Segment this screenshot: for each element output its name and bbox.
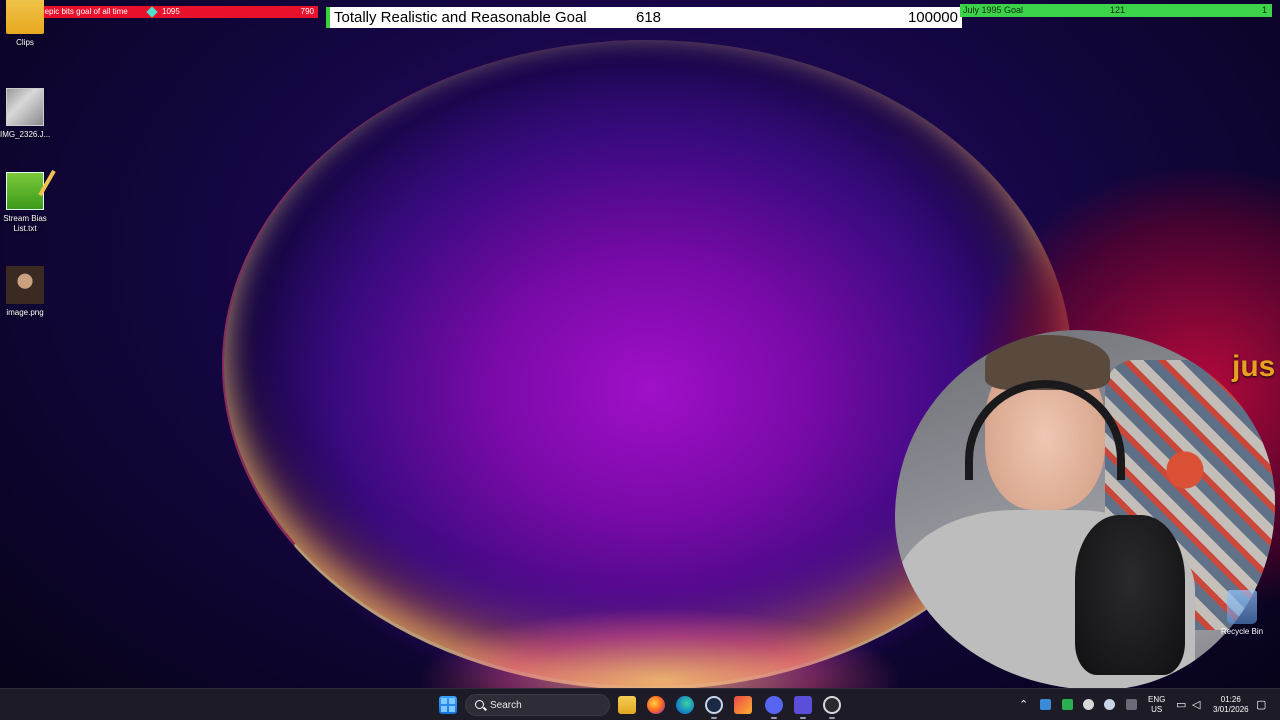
desktop-icon-label: Stream Bias List.txt: [3, 214, 47, 233]
tray-steam-icon[interactable]: [1104, 699, 1115, 710]
desktop-icon-stream-bias-list[interactable]: Stream Bias List.txt: [0, 172, 50, 234]
wallpaper-bottom-glow: [360, 560, 960, 688]
steam-icon[interactable]: [705, 696, 723, 714]
epic-bits-goal-current: 1095: [162, 7, 180, 16]
firefox-icon[interactable]: [647, 696, 665, 714]
desktop-icon-label: Clips: [16, 38, 34, 47]
main-goal-bar: Totally Realistic and Reasonable Goal 61…: [326, 7, 962, 28]
app-running-indicator: [711, 717, 717, 719]
desktop-icon-label: Recycle Bin: [1220, 627, 1264, 636]
epic-bits-goal-bar: The most epic bits goal of all time 1095…: [6, 6, 318, 18]
edge-icon[interactable]: [676, 696, 694, 714]
overlay-scroll-text: jus: [1232, 350, 1276, 383]
search-placeholder: Search: [490, 700, 522, 711]
image-thumbnail-icon: [6, 88, 44, 126]
tray-green-app-icon[interactable]: [1062, 699, 1073, 710]
desktop-icon-img-2326[interactable]: IMG_2326.J...: [0, 88, 50, 140]
language-indicator[interactable]: ENG US: [1148, 695, 1165, 715]
obs-icon[interactable]: [823, 696, 841, 714]
volume-icon[interactable]: ◁: [1192, 698, 1200, 711]
windows-logo-icon: [449, 698, 455, 704]
main-goal-current: 618: [636, 9, 662, 26]
recycle-bin-icon: [1227, 590, 1257, 624]
july-goal-current: 121: [1110, 5, 1126, 15]
desktop-icon-label: IMG_2326.J...: [0, 130, 51, 139]
windows-logo-icon: [449, 706, 455, 712]
discord-icon[interactable]: [765, 696, 783, 714]
clock-time: 01:26: [1220, 695, 1241, 704]
tray-clock-app-icon[interactable]: [1083, 699, 1094, 710]
taskbar-search-box[interactable]: Search: [465, 694, 610, 716]
tray-sync-icon[interactable]: [1040, 699, 1051, 710]
tray-microphone-icon[interactable]: [1126, 699, 1137, 710]
desktop-icon-label: image.png: [6, 308, 44, 317]
main-goal-target: 100000: [907, 9, 958, 26]
app-running-indicator: [829, 717, 835, 719]
july-goal-target: 1: [1261, 5, 1267, 15]
folder-icon: [6, 0, 44, 34]
clock-date: 3/01/2026: [1213, 705, 1249, 714]
file-explorer-icon[interactable]: [618, 696, 636, 714]
desktop-icon-recycle-bin[interactable]: Recycle Bin: [1217, 590, 1267, 636]
language-region: US: [1151, 705, 1163, 714]
app-running-indicator: [771, 717, 777, 719]
start-button[interactable]: [439, 696, 457, 714]
text-file-icon: [6, 172, 44, 210]
system-clock[interactable]: 01:26 3/01/2026: [1213, 695, 1249, 715]
desktop-icon-clips[interactable]: Clips: [0, 0, 50, 48]
tray-overflow-chevron-icon[interactable]: ⌃: [1019, 698, 1028, 711]
july-goal-bar: July 1995 Goal 121 1: [960, 4, 1272, 17]
app-c-icon[interactable]: [794, 696, 812, 714]
taskbar: Search ⌃ ENG US ▭ ◁ 01:26 3/01/2026 ▢: [0, 688, 1280, 720]
bits-diamond-icon: [146, 6, 158, 18]
microphone-icon: [1075, 515, 1185, 675]
main-goal-title: Totally Realistic and Reasonable Goal: [334, 9, 587, 26]
desktop-icon-image-png[interactable]: image.png: [0, 266, 50, 318]
epic-bits-goal-target: 790: [300, 7, 314, 16]
notification-icon[interactable]: ▢: [1256, 698, 1266, 711]
search-icon: [475, 700, 484, 709]
webcam-overlay: [895, 330, 1275, 690]
july-goal-title: July 1995 Goal: [963, 5, 1024, 15]
app-running-indicator: [800, 717, 806, 719]
windows-logo-icon: [441, 706, 447, 712]
language-code: ENG: [1148, 695, 1166, 704]
windows-logo-icon: [441, 698, 447, 704]
network-icon[interactable]: ▭: [1176, 698, 1186, 711]
image-thumbnail-icon: [6, 266, 44, 304]
photos-icon[interactable]: [734, 696, 752, 714]
